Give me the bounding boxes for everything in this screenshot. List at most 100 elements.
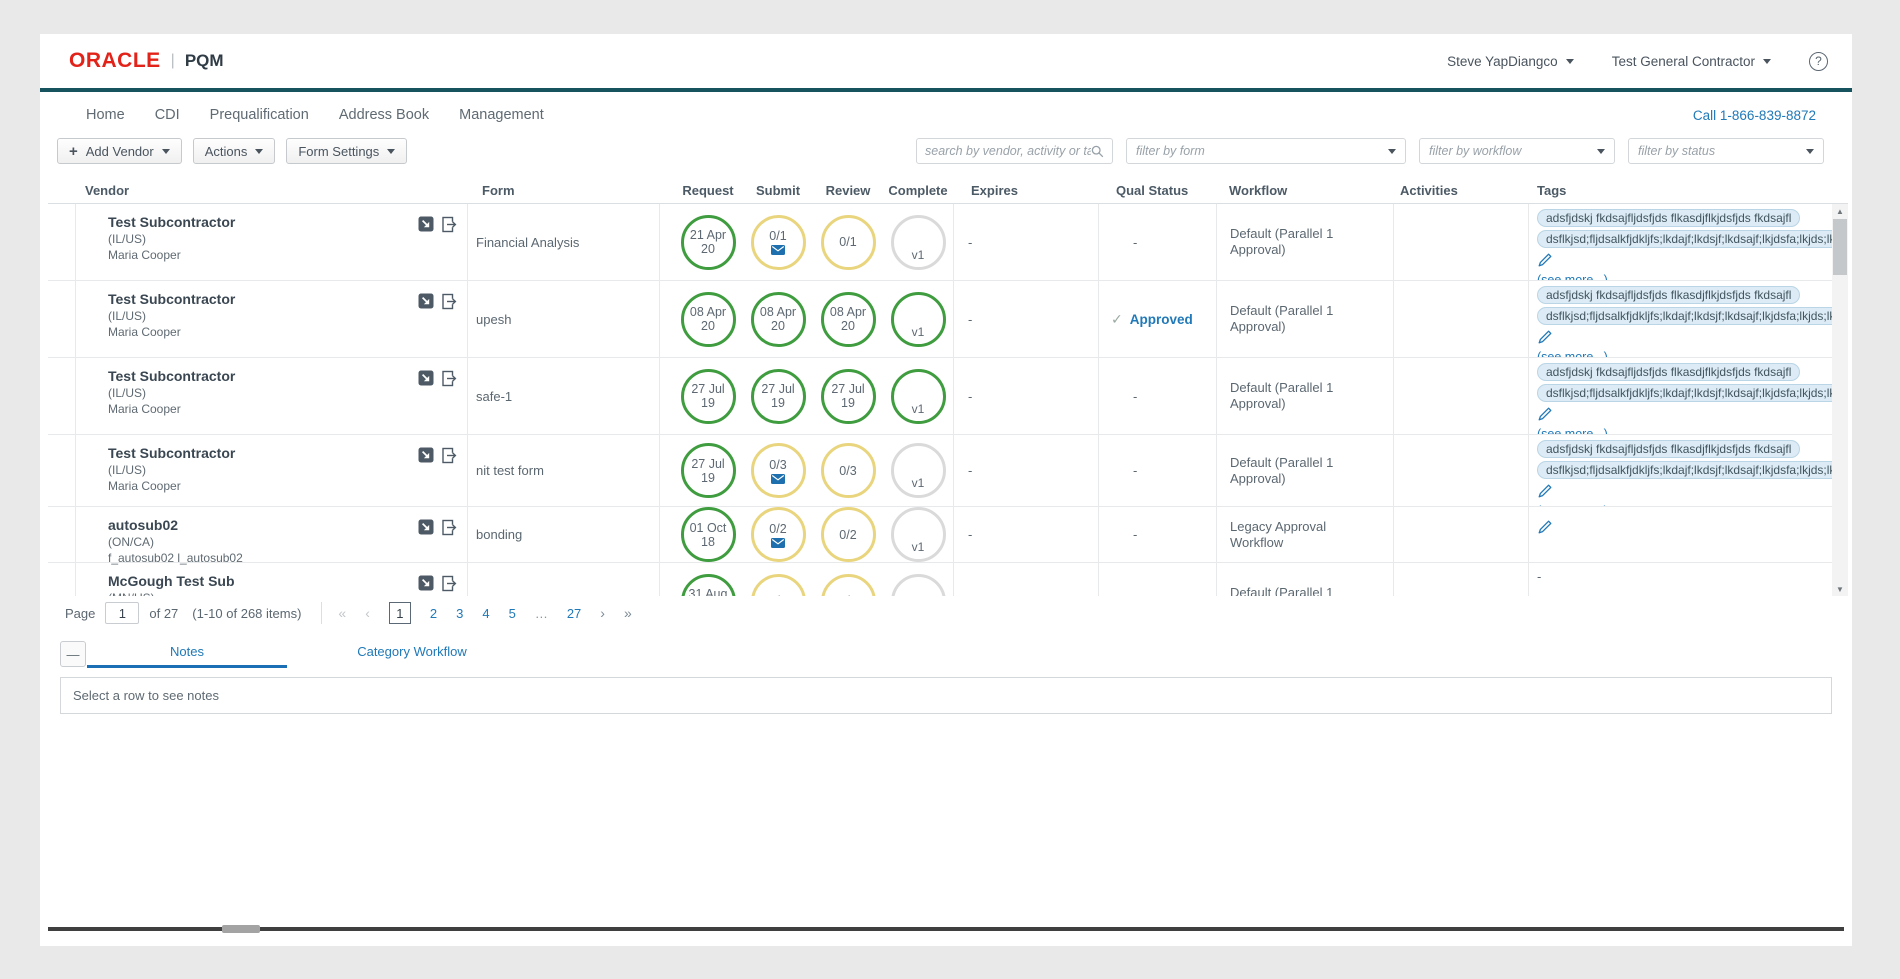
edit-tags-icon[interactable] xyxy=(1538,520,1552,534)
open-form-icon[interactable] xyxy=(441,370,457,387)
table-row[interactable]: autosub02(ON/CA)f_autosub02 l_autosub02b… xyxy=(48,507,1832,563)
column-header-form[interactable]: Form xyxy=(468,183,660,198)
review-status-circle[interactable]: 27 Jul19 xyxy=(821,369,876,424)
review-status-circle[interactable]: 0/2 xyxy=(821,507,876,562)
submit-status-circle[interactable]: 0/1 xyxy=(751,215,806,270)
table-row[interactable]: McGough Test Sub(MN/US)test-34-231 Aug19… xyxy=(48,563,1832,596)
submit-status-circle[interactable]: 0/2 xyxy=(751,507,806,562)
add-vendor-button[interactable]: + Add Vendor xyxy=(57,138,182,164)
table-row[interactable]: Test Subcontractor(IL/US)Maria Coopersaf… xyxy=(48,358,1832,435)
column-header-expires[interactable]: Expires xyxy=(953,183,1098,198)
table-scrollbar[interactable]: ▲ ▼ xyxy=(1832,204,1848,596)
column-header-workflow[interactable]: Workflow xyxy=(1216,183,1393,198)
form-name[interactable]: test-34-2 xyxy=(476,594,527,597)
table-row[interactable]: Test Subcontractor(IL/US)Maria Cooperupe… xyxy=(48,281,1832,358)
user-menu[interactable]: Steve YapDiangco xyxy=(1447,54,1574,69)
scroll-up-icon[interactable]: ▲ xyxy=(1832,204,1848,218)
page-number-link[interactable]: 27 xyxy=(567,606,581,621)
tag-chip[interactable]: dsflkjsd;fljdsalkfjdkljfs;lkdajf;lkdsjf;… xyxy=(1537,307,1832,325)
open-form-icon[interactable] xyxy=(441,575,457,592)
request-status-circle[interactable]: 01 Oct18 xyxy=(681,507,736,562)
pdf-export-icon[interactable] xyxy=(418,447,434,463)
review-status-circle[interactable]: 0/3 xyxy=(821,443,876,498)
search-input[interactable] xyxy=(925,144,1091,158)
form-name[interactable]: nit test form xyxy=(476,463,544,478)
edit-tags-icon[interactable] xyxy=(1538,407,1552,421)
see-more-link[interactable]: (see more...) xyxy=(1537,273,1832,280)
edit-tags-icon[interactable] xyxy=(1538,484,1552,498)
page-number-link[interactable]: 5 xyxy=(509,606,516,621)
column-header-tags[interactable]: Tags xyxy=(1528,183,1832,198)
tag-chip[interactable]: adsfjdskj fkdsajfljdsfjds flkasdjflkjdsf… xyxy=(1537,440,1800,458)
vendor-name[interactable]: autosub02 xyxy=(108,517,418,533)
see-more-link[interactable]: (see more...) xyxy=(1537,427,1832,434)
tag-chip[interactable]: dsflkjsd;fljdsalkfjdkljfs;lkdajf;lkdsjf;… xyxy=(1537,461,1832,479)
column-header-vendor[interactable]: Vendor xyxy=(76,183,468,198)
request-status-circle[interactable]: 31 Aug19 xyxy=(681,574,736,597)
pdf-export-icon[interactable] xyxy=(418,216,434,232)
table-row[interactable]: Test Subcontractor(IL/US)Maria CooperFin… xyxy=(48,204,1832,281)
collapse-panel-button[interactable]: — xyxy=(60,641,86,667)
request-status-circle[interactable]: 08 Apr20 xyxy=(681,292,736,347)
form-settings-button[interactable]: Form Settings xyxy=(286,138,407,164)
search-box[interactable] xyxy=(916,138,1113,164)
column-header-complete[interactable]: Complete xyxy=(883,183,953,198)
column-header-activities[interactable]: Activities xyxy=(1393,183,1528,198)
table-row[interactable]: Test Subcontractor(IL/US)Maria Coopernit… xyxy=(48,435,1832,507)
column-header-request[interactable]: Request xyxy=(673,183,743,198)
complete-status-circle[interactable]: v1 xyxy=(891,507,946,562)
nav-item-management[interactable]: Management xyxy=(459,107,544,123)
see-more-link[interactable]: (see more...) xyxy=(1537,350,1832,357)
splitter-drag-handle[interactable] xyxy=(222,925,260,933)
vendor-name[interactable]: McGough Test Sub xyxy=(108,573,418,589)
complete-status-circle[interactable]: v1 xyxy=(891,443,946,498)
form-name[interactable]: safe-1 xyxy=(476,389,512,404)
actions-button[interactable]: Actions xyxy=(193,138,276,164)
nav-item-address-book[interactable]: Address Book xyxy=(339,107,429,123)
open-form-icon[interactable] xyxy=(441,216,457,233)
filter-by-form-select[interactable]: filter by form xyxy=(1126,138,1406,164)
edit-tags-icon[interactable] xyxy=(1538,253,1552,267)
review-status-circle[interactable]: 0/3 xyxy=(821,574,876,597)
qual-status-value[interactable]: Approved xyxy=(1130,312,1193,327)
tag-chip[interactable]: dsflkjsd;fljdsalkfjdkljfs;lkdajf;lkdsjf;… xyxy=(1537,230,1832,248)
vendor-name[interactable]: Test Subcontractor xyxy=(108,214,418,230)
column-header-submit[interactable]: Submit xyxy=(743,183,813,198)
complete-status-circle[interactable]: v1 xyxy=(891,369,946,424)
see-more-link[interactable]: (see more...) xyxy=(1537,504,1832,506)
nav-item-prequalification[interactable]: Prequalification xyxy=(210,107,309,123)
scroll-down-icon[interactable]: ▼ xyxy=(1832,582,1848,596)
submit-status-circle[interactable]: 27 Jul19 xyxy=(751,369,806,424)
form-name[interactable]: Financial Analysis xyxy=(476,235,579,250)
submit-status-circle[interactable]: 0/3 xyxy=(751,443,806,498)
review-status-circle[interactable]: 0/1 xyxy=(821,215,876,270)
pdf-export-icon[interactable] xyxy=(418,575,434,591)
submit-status-circle[interactable]: 08 Apr20 xyxy=(751,292,806,347)
column-header-qual-status[interactable]: Qual Status xyxy=(1098,183,1216,198)
pdf-export-icon[interactable] xyxy=(418,370,434,386)
open-form-icon[interactable] xyxy=(441,293,457,310)
form-name[interactable]: bonding xyxy=(476,527,522,542)
complete-status-circle[interactable]: v1 xyxy=(891,574,946,597)
scrollbar-thumb[interactable] xyxy=(1833,219,1847,275)
help-icon[interactable]: ? xyxy=(1809,52,1828,71)
tab-notes[interactable]: Notes xyxy=(87,644,287,668)
page-number-input[interactable] xyxy=(105,602,139,624)
pdf-export-icon[interactable] xyxy=(418,293,434,309)
filter-by-status-select[interactable]: filter by status xyxy=(1628,138,1824,164)
complete-status-circle[interactable]: v1 xyxy=(891,292,946,347)
edit-tags-icon[interactable] xyxy=(1538,330,1552,344)
tag-chip[interactable]: adsfjdskj fkdsajfljdsfjds flkasdjflkjdsf… xyxy=(1537,209,1800,227)
request-status-circle[interactable]: 27 Jul19 xyxy=(681,369,736,424)
open-form-icon[interactable] xyxy=(441,519,457,536)
page-number-link[interactable]: 3 xyxy=(456,606,463,621)
page-number-link[interactable]: 4 xyxy=(482,606,489,621)
vendor-name[interactable]: Test Subcontractor xyxy=(108,445,418,461)
submit-status-circle[interactable]: 0/3 xyxy=(751,574,806,597)
call-phone-link[interactable]: Call 1-866-839-8872 xyxy=(1693,108,1816,123)
tag-chip[interactable]: adsfjdskj fkdsajfljdsfjds flkasdjflkjdsf… xyxy=(1537,286,1800,304)
filter-by-workflow-select[interactable]: filter by workflow xyxy=(1419,138,1615,164)
page-number-link[interactable]: 2 xyxy=(430,606,437,621)
last-page-icon[interactable]: » xyxy=(624,605,632,621)
nav-item-cdi[interactable]: CDI xyxy=(155,107,180,123)
